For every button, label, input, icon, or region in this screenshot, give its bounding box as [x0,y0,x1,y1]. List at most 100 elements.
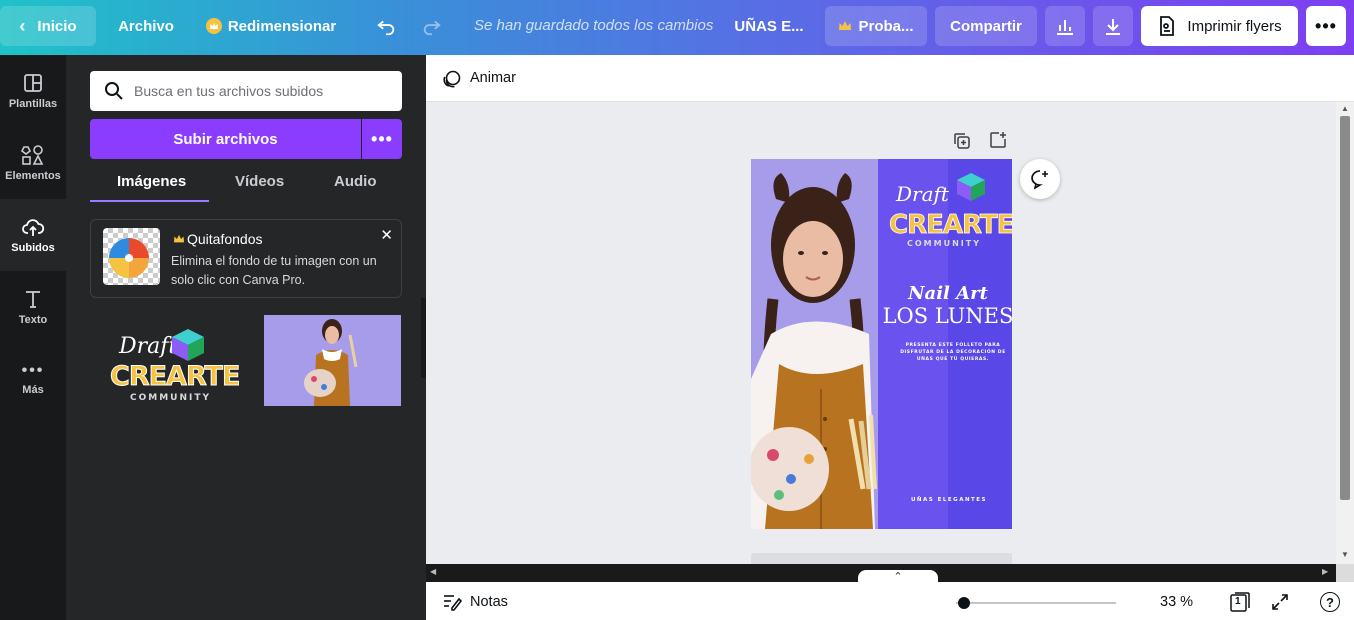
more-options-button[interactable]: ••• [1306,6,1346,46]
fullscreen-button[interactable] [1271,593,1291,613]
page-count-button[interactable]: 1 [1230,592,1250,612]
rail-item-label: Subidos [11,242,55,254]
home-button[interactable]: ‹ Inicio [0,6,96,46]
add-page-button[interactable] [988,130,1008,150]
notes-button[interactable]: Notas [470,594,508,610]
document-title-label: UÑAS E... [734,17,804,35]
vertical-scroll-thumb[interactable] [1340,116,1350,500]
undo-icon [377,20,395,36]
rail-item-more[interactable]: ••• Más [0,343,66,415]
resize-button[interactable]: Redimensionar [200,6,342,46]
media-tabs: Imágenes Vídeos Audio [90,167,402,203]
try-pro-button[interactable]: Proba... [825,6,927,46]
logo-crearte-text: CREARTE [110,361,239,392]
scroll-down-icon[interactable]: ▼ [1341,550,1349,559]
scroll-left-icon[interactable]: ◀ [430,567,436,576]
search-box[interactable]: Busca en tus archivos subidos [90,71,402,111]
chevron-left-icon: ‹ [19,15,26,36]
next-page-preview[interactable] [751,553,1012,564]
expand-icon [1272,594,1288,610]
print-file-icon [1160,16,1175,36]
share-label: Compartir [950,17,1022,35]
cloud-upload-icon [22,219,45,236]
rail-item-label: Plantillas [8,98,58,110]
print-flyers-button[interactable]: Imprimir flyers [1141,6,1298,46]
insights-button[interactable] [1045,6,1085,46]
download-button[interactable] [1093,6,1133,46]
scroll-up-icon[interactable]: ▲ [1341,104,1349,113]
scroll-right-icon[interactable]: ▶ [1322,567,1328,576]
design-footer-text: UÑAS ELEGANTES [911,496,987,503]
uploads-panel: Busca en tus archivos subidos Subir arch… [66,55,426,620]
duplicate-icon [954,133,970,149]
design-headline-nail-art: Nail Art [907,283,989,304]
home-label: Inicio [37,17,77,35]
zoom-level[interactable]: 33 % [1160,594,1193,610]
rail-item-elements[interactable]: Elementos [0,127,66,199]
design-body-wrapper: PRESENTA ESTE FOLLETO PARA DISFRUTAR DE … [900,343,1005,362]
flyer-artwork: Draft CREARTE COMMUNITY Nail Art LOS LUN… [751,159,1012,529]
upload-group: Subir archivos ••• [90,119,402,159]
share-button[interactable]: Compartir [935,6,1037,46]
design-headline-los-lunes: LOS LUNES [883,304,1012,328]
context-toolbar: Animar [426,55,1354,102]
design-logo-crearte: CREARTE [889,210,1012,240]
rail-item-label: Más [22,384,44,396]
promo-description: Elimina el fondo de tu imagen con un sol… [171,254,377,287]
layout-icon [24,74,42,92]
design-page[interactable]: Draft CREARTE COMMUNITY Nail Art LOS LUN… [751,159,1012,529]
search-icon [105,82,123,100]
page-count: 1 [1235,596,1241,607]
help-icon: ? [1326,594,1334,610]
design-logo-community: COMMUNITY [907,239,981,248]
animate-button[interactable]: Animar [470,70,516,86]
tab-videos[interactable]: Vídeos [235,173,284,190]
notes-icon [444,595,462,611]
zoom-slider-track[interactable] [956,602,1116,604]
background-remover-promo: Quitafondos Elimina el fondo de tu image… [90,219,402,298]
rail-item-label: Elementos [5,170,61,182]
active-tab-indicator [90,200,209,202]
top-toolbar: ‹ Inicio Archivo Redimensionar Se han gu… [0,0,1354,55]
logo-draft-text: Draft [118,334,177,359]
close-icon[interactable]: ✕ [380,226,393,244]
beach-ball-thumbnail [103,228,160,285]
upload-files-button[interactable]: Subir archivos [90,119,361,159]
download-icon [1106,19,1120,35]
tab-images[interactable]: Imágenes [117,173,186,190]
zoom-slider-handle[interactable] [957,597,970,609]
help-button[interactable]: ? [1320,592,1340,612]
document-title[interactable]: UÑAS E... [730,6,808,46]
crown-icon [205,18,222,34]
duplicate-page-button[interactable] [952,131,972,151]
resize-label: Redimensionar [227,17,337,35]
rail-item-templates[interactable]: Plantillas [0,55,66,127]
redo-button[interactable] [414,6,450,46]
undo-button[interactable] [368,6,404,46]
crown-icon [174,234,184,243]
tab-audio[interactable]: Audio [334,173,377,190]
redo-icon [423,20,441,36]
design-logo-draft: Draft [895,182,950,206]
more-dots-icon: ••• [371,128,393,149]
try-pro-label: Proba... [858,17,914,35]
upload-more-button[interactable]: ••• [362,119,402,159]
uploaded-photo-thumbnail[interactable] [264,315,401,406]
rail-item-label: Texto [18,314,48,326]
print-flyers-label: Imprimir flyers [1187,17,1282,35]
rail-item-text[interactable]: Texto [0,271,66,343]
more-dots-icon: ••• [1315,15,1337,36]
bar-chart-icon [1057,20,1073,35]
animate-icon [443,70,461,88]
save-status: Se han guardado todos los cambios [474,17,714,34]
crown-icon [839,21,852,30]
comment-add-icon [1031,170,1048,190]
scrollbar-corner [1336,564,1354,582]
shapes-icon [21,145,44,165]
promo-title: Quitafondos [173,231,263,247]
file-menu-button[interactable]: Archivo [108,6,184,46]
uploaded-logo-thumbnail[interactable]: Draft CREARTE COMMUNITY [90,315,250,406]
vertical-scrollbar[interactable]: ▲ ▼ [1336,102,1354,564]
add-comment-button[interactable] [1020,159,1060,199]
rail-item-uploads[interactable]: Subidos [0,199,66,271]
